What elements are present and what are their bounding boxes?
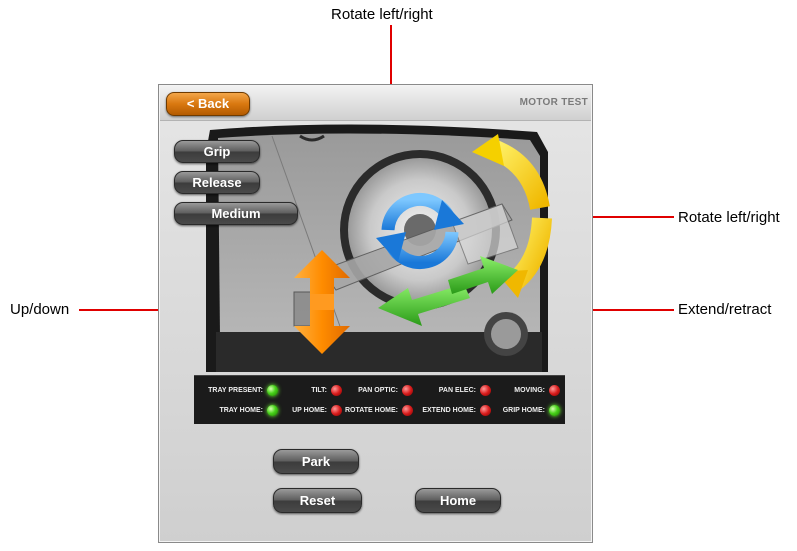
status-led	[549, 384, 560, 396]
annotation-extend-retract: Extend/retract	[678, 301, 772, 318]
base-knob	[484, 312, 528, 356]
status-pan-optic: PAN OPTIC:	[344, 384, 413, 396]
annotation-up-down: Up/down	[10, 301, 70, 318]
status-tilt: TILT:	[280, 384, 342, 396]
release-button[interactable]: Release	[174, 171, 260, 194]
reset-button[interactable]: Reset	[273, 488, 362, 513]
status-tray-present: TRAY PRESENT:	[200, 384, 278, 396]
status-label: PAN ELEC:	[438, 386, 476, 394]
status-led	[402, 384, 413, 396]
status-tray-home: TRAY HOME:	[200, 404, 278, 416]
annotation-rotate-right: Rotate left/right	[678, 209, 780, 226]
status-led	[480, 404, 491, 416]
home-button[interactable]: Home	[415, 488, 501, 513]
status-label: ROTATE HOME:	[344, 406, 398, 414]
motor-test-window: < Back MOTOR TEST Grip Release Medium TR…	[158, 84, 593, 543]
status-rotate-home: ROTATE HOME:	[344, 404, 413, 416]
status-label: TRAY HOME:	[219, 406, 263, 414]
status-led	[402, 404, 413, 416]
status-label: UP HOME:	[292, 406, 327, 414]
status-extend-home: EXTEND HOME:	[415, 404, 491, 416]
status-led	[480, 384, 491, 396]
back-button[interactable]: < Back	[166, 92, 250, 116]
screen-title: MOTOR TEST	[519, 97, 588, 108]
status-led	[331, 404, 342, 416]
park-button[interactable]: Park	[273, 449, 359, 474]
status-pan-elec: PAN ELEC:	[415, 384, 491, 396]
status-label: EXTEND HOME:	[422, 406, 476, 414]
status-moving: MOVING:	[493, 384, 560, 396]
status-led	[267, 404, 278, 416]
status-label: PAN OPTIC:	[358, 386, 398, 394]
status-panel: TRAY PRESENT: TILT: PAN OPTIC: PAN ELEC:…	[194, 375, 565, 424]
status-label: MOVING:	[514, 386, 545, 394]
status-led	[331, 384, 342, 396]
status-grip-home: GRIP HOME:	[493, 404, 560, 416]
status-label: TRAY PRESENT:	[208, 386, 263, 394]
status-label: GRIP HOME:	[502, 406, 545, 414]
medium-button[interactable]: Medium	[174, 202, 298, 225]
annotation-rotate-top: Rotate left/right	[331, 6, 433, 23]
top-bar: < Back MOTOR TEST	[160, 86, 591, 121]
status-label: TILT:	[311, 386, 327, 394]
status-led	[267, 384, 278, 396]
status-up-home: UP HOME:	[280, 404, 342, 416]
status-led	[549, 404, 560, 416]
grip-button[interactable]: Grip	[174, 140, 260, 163]
